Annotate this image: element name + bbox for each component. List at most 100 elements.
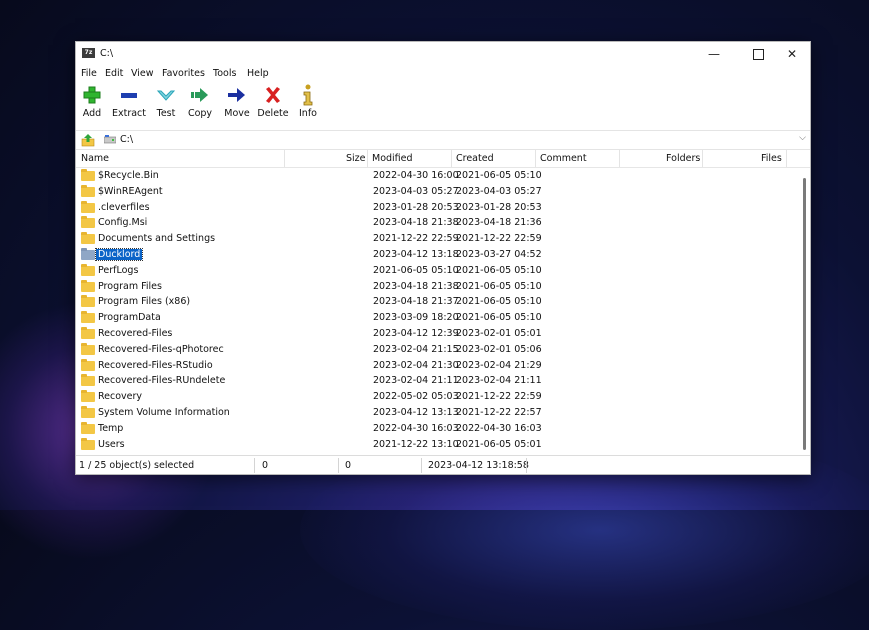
info-button[interactable]: Info	[296, 83, 320, 127]
plus-icon	[80, 83, 104, 107]
column-divider[interactable]	[786, 150, 787, 167]
row-created: 2021-06-05 05:10	[456, 296, 542, 308]
column-divider[interactable]	[367, 150, 368, 167]
column-header: Name Size Modified Created Comment Folde…	[76, 150, 810, 168]
chevron-down-icon[interactable]: ⌵	[799, 133, 806, 143]
row-modified: 2023-02-04 21:30	[373, 359, 459, 371]
row-modified: 2023-04-12 13:13	[373, 407, 459, 418]
copy-button[interactable]: Copy	[184, 83, 216, 127]
table-row[interactable]: PerfLogs 2021-06-05 05:10 2021-06-05 05:10	[76, 263, 786, 279]
column-name[interactable]: Name	[81, 153, 109, 164]
column-modified[interactable]: Modified	[372, 153, 413, 164]
row-modified: 2021-12-22 13:10	[373, 438, 459, 450]
table-row[interactable]: Recovery 2022-05-02 05:03 2021-12-22 22:59	[76, 389, 786, 405]
column-files[interactable]: Files	[761, 153, 782, 164]
column-folders[interactable]: Folders	[666, 153, 700, 164]
table-row[interactable]: Program Files 2023-04-18 21:38 2021-06-05 …	[76, 279, 786, 295]
row-created: 2022-04-30 16:03	[456, 422, 542, 434]
column-divider[interactable]	[284, 150, 285, 167]
menu-view[interactable]: View	[131, 68, 154, 79]
delete-label: Delete	[257, 108, 289, 119]
folder-up-icon[interactable]	[81, 133, 95, 147]
row-modified: 2023-04-18 21:38	[373, 217, 459, 229]
test-button[interactable]: Test	[152, 83, 180, 127]
row-modified: 2023-04-18 21:38	[373, 280, 459, 292]
table-row[interactable]: Temp 2022-04-30 16:03 2022-04-30 16:03	[76, 421, 786, 437]
row-modified: 2023-04-03 05:27	[373, 185, 459, 197]
folder-icon	[81, 390, 95, 403]
row-modified: 2023-02-04 21:15	[373, 343, 459, 355]
row-created: 2021-06-05 05:01	[456, 438, 542, 450]
status-divider	[254, 458, 255, 473]
folder-icon	[81, 421, 95, 434]
row-modified: 2023-04-18 21:37	[373, 296, 459, 308]
address-input[interactable]: C:\ ⌵	[102, 132, 808, 147]
title-bar[interactable]: 7z C:\ — ✕	[76, 42, 810, 66]
minus-icon	[109, 83, 149, 107]
row-created: 2021-06-05 05:10	[456, 312, 542, 324]
scrollbar-thumb[interactable]	[803, 178, 806, 450]
folder-icon	[81, 342, 95, 355]
add-button[interactable]: Add	[80, 83, 104, 127]
window-title: C:\	[100, 48, 114, 59]
menu-help[interactable]: Help	[247, 68, 269, 79]
row-name: Users	[98, 438, 125, 450]
maximize-icon	[752, 49, 764, 60]
row-created: 2023-04-03 05:27	[456, 185, 542, 197]
extract-button[interactable]: Extract	[109, 83, 149, 127]
row-name: Program Files	[98, 280, 162, 292]
table-row[interactable]: Users 2021-12-22 13:10 2021-06-05 05:01	[76, 437, 786, 453]
row-created: 2021-12-22 22:59	[456, 391, 542, 403]
folder-icon	[81, 232, 95, 245]
menu-file[interactable]: File	[81, 68, 97, 79]
table-row[interactable]: Program Files (x86) 2023-04-18 21:37 2021-…	[76, 294, 786, 310]
menu-tools[interactable]: Tools	[213, 68, 236, 79]
status-timestamp: 2023-04-12 13:18:58	[428, 460, 529, 471]
column-divider[interactable]	[619, 150, 620, 167]
folder-icon	[81, 279, 95, 292]
column-divider[interactable]	[702, 150, 703, 167]
row-created: 2021-06-05 05:10	[456, 280, 542, 292]
maximize-button[interactable]	[740, 42, 776, 66]
folder-icon	[81, 437, 95, 450]
table-row[interactable]: Documents and Settings 2021-12-22 22:59 20…	[76, 231, 786, 247]
table-row[interactable]: Recovered-Files-RStudio 2023-02-04 21:30 2…	[76, 358, 786, 374]
move-button[interactable]: Move	[221, 83, 253, 127]
table-row[interactable]: $WinREAgent 2023-04-03 05:27 2023-04-03 05…	[76, 184, 786, 200]
copy-label: Copy	[187, 108, 213, 119]
table-row[interactable]: Ducklord 2023-04-12 13:18 2023-03-27 04:52	[76, 247, 786, 263]
status-size: 0	[262, 460, 269, 471]
menu-favorites[interactable]: Favorites	[162, 68, 205, 79]
status-selection: 1 / 25 object(s) selected	[79, 460, 195, 471]
minimize-button[interactable]: —	[696, 42, 732, 66]
menu-edit[interactable]: Edit	[105, 68, 123, 79]
table-row[interactable]: System Volume Information 2023-04-12 13:1…	[76, 405, 786, 421]
folder-icon	[81, 216, 95, 229]
table-row[interactable]: .cleverfiles 2023-01-28 20:53 2023-01-28 2…	[76, 200, 786, 216]
close-button[interactable]: ✕	[774, 42, 810, 66]
column-comment[interactable]: Comment	[540, 153, 587, 164]
column-size[interactable]: Size	[346, 153, 366, 164]
status-divider	[526, 458, 527, 473]
vertical-scrollbar[interactable]	[800, 168, 809, 453]
extract-label: Extract	[111, 108, 147, 119]
table-row[interactable]: $Recycle.Bin 2022-04-30 16:00 2021-06-05 0…	[76, 168, 786, 184]
column-divider[interactable]	[535, 150, 536, 167]
table-row[interactable]: Config.Msi 2023-04-18 21:38 2023-04-18 21:…	[76, 215, 786, 231]
row-modified: 2023-01-28 20:53	[373, 201, 459, 213]
table-row[interactable]: ProgramData 2023-03-09 18:20 2021-06-05 05…	[76, 310, 786, 326]
row-name: Recovered-Files-RStudio	[98, 359, 213, 371]
info-label: Info	[299, 108, 317, 119]
check-icon	[152, 83, 180, 107]
table-row[interactable]: Recovered-Files 2023-04-12 12:39 2023-02-0…	[76, 326, 786, 342]
table-row[interactable]: Recovered-Files-RUndelete 2023-02-04 21:1…	[76, 373, 786, 389]
folder-icon	[81, 169, 95, 181]
table-row[interactable]: Recovered-Files-qPhotorec 2023-02-04 21:1…	[76, 342, 786, 358]
row-modified: 2022-05-02 05:03	[373, 391, 459, 403]
delete-button[interactable]: Delete	[256, 83, 290, 127]
row-modified: 2023-04-12 13:18	[373, 249, 459, 260]
column-created[interactable]: Created	[456, 153, 494, 164]
row-created: 2023-02-01 05:01	[456, 328, 542, 339]
column-divider[interactable]	[451, 150, 452, 167]
add-label: Add	[82, 108, 102, 119]
